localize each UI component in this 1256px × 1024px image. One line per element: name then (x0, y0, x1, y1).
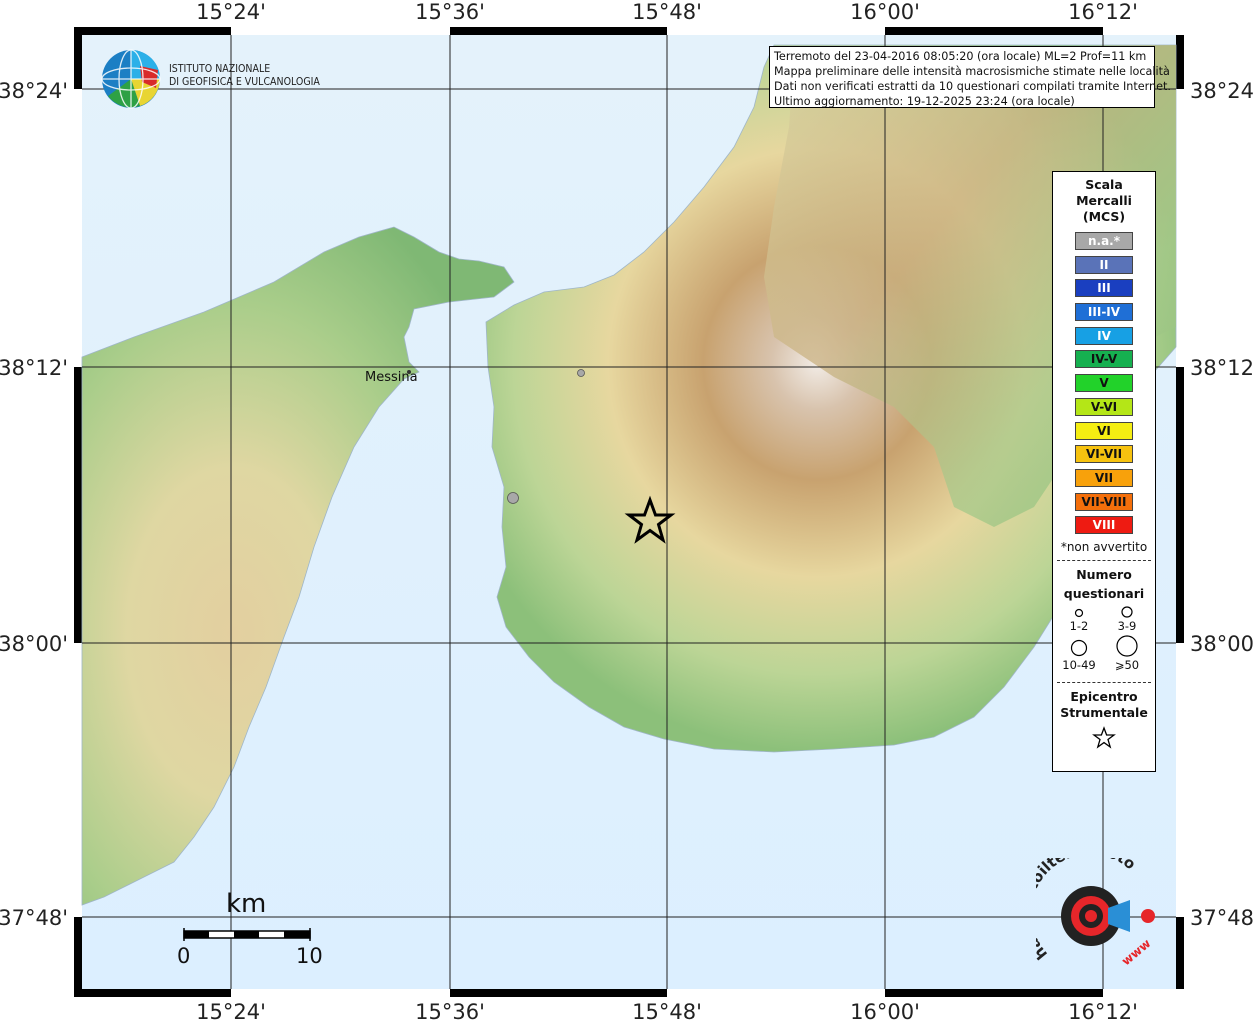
mcs-legend: Scala Mercalli (MCS) n.a.* II III III-IV IV I… (1052, 171, 1156, 772)
count-label: ⩾50 (1114, 657, 1140, 672)
mcs-level-vi-vii: VI-VII (1075, 445, 1133, 464)
right-lat-label: 38°00' (1190, 632, 1256, 656)
count-title: questionari (1063, 585, 1145, 601)
mcs-level-vii-viii: VII-VIII (1075, 492, 1133, 511)
legend-divider (1057, 681, 1151, 683)
intensity-point[interactable] (507, 492, 519, 504)
mcs-level-iv: IV (1075, 326, 1133, 345)
top-lon-label: 15°24' (196, 0, 266, 24)
bottom-lon-label: 15°24' (196, 1000, 266, 1024)
ingv-org-name: ISTITUTO NAZIONALE DI GEOFISICA E VULCAN… (169, 63, 320, 89)
epicenter-legend-star-icon (1092, 726, 1116, 749)
mcs-level-na: n.a.* (1075, 232, 1133, 250)
bottom-lon-label: 16°00' (850, 1000, 920, 1024)
left-lat-label: 38°00' (0, 632, 68, 656)
bottom-lon-label: 15°48' (632, 1000, 702, 1024)
bottom-lon-label: 16°12' (1068, 1000, 1138, 1024)
mcs-level-ii: II (1075, 255, 1133, 274)
top-lon-label: 15°48' (632, 0, 702, 24)
mcs-level-iii: III (1075, 279, 1133, 298)
mcs-level-iii-iv: III-IV (1075, 303, 1133, 322)
mcs-level-vi: VI (1075, 421, 1133, 440)
not-felt-note: *non avvertito (1060, 539, 1148, 554)
legend-title: Mercalli (1076, 193, 1132, 208)
count-label: 3-9 (1117, 618, 1137, 633)
scalebar-end: 10 (296, 944, 323, 968)
epicenter-title: Strumentale (1060, 704, 1148, 720)
place-label-messina: Messina (365, 370, 418, 385)
count-label: 10-49 (1062, 657, 1096, 672)
top-lon-label: 15°36' (415, 0, 485, 24)
ingv-globe-logo (101, 49, 161, 109)
count-label: 1-2 (1069, 618, 1089, 633)
scalebar-start: 0 (177, 944, 191, 968)
left-lat-label: 38°12' (0, 356, 68, 380)
top-lon-label: 16°00' (850, 0, 920, 24)
intensity-point[interactable] (577, 369, 585, 377)
info-line: Dati non verificati estratti da 10 quest… (774, 80, 1171, 93)
left-lat-label: 37°48' (0, 906, 68, 930)
ingv-line2: DI GEOFISICA E VULCANOLOGIA (169, 76, 320, 88)
ingv-line1: ISTITUTO NAZIONALE (169, 63, 271, 75)
info-line: Terremoto del 23-04-2016 08:05:20 (ora l… (774, 50, 1147, 63)
haisentito-logo[interactable]: haisentitoilterremoto.it www (1036, 858, 1164, 974)
haisentito-www: www (1119, 936, 1153, 968)
epicenter-title: Epicentro (1070, 688, 1138, 704)
mcs-level-v-vi: V-VI (1075, 397, 1133, 416)
right-lat-label: 38°24' (1190, 79, 1256, 103)
scalebar-unit: km (226, 889, 267, 919)
mcs-level-viii: VIII (1075, 516, 1133, 535)
left-lat-label: 38°24' (0, 79, 68, 103)
mcs-level-vii: VII (1075, 468, 1133, 487)
map-canvas[interactable] (74, 27, 1184, 997)
right-lat-label: 38°12' (1190, 356, 1256, 380)
top-lon-label: 16°12' (1068, 0, 1138, 24)
info-line: Ultimo aggiornamento: 19-12-2025 23:24 (… (774, 95, 1075, 108)
scalebar (183, 928, 311, 941)
mcs-level-iv-v: IV-V (1075, 350, 1133, 369)
count-symbols: 1-2 3-9 10-49 ⩾50 (1053, 602, 1155, 678)
count-title: Numero (1076, 566, 1132, 582)
bottom-lon-label: 15°36' (415, 1000, 485, 1024)
legend-title: Scala (1085, 177, 1123, 192)
legend-divider (1057, 559, 1151, 561)
info-line: Mappa preliminare delle intensità macros… (774, 65, 1170, 78)
mcs-scale-list: n.a.* II III III-IV IV IV-V V V-VI VI VI-VII VII VI… (1053, 232, 1155, 535)
legend-title: (MCS) (1082, 209, 1126, 224)
mcs-level-v: V (1075, 374, 1133, 393)
right-lat-label: 37°48' (1190, 906, 1256, 930)
event-info-box: Terremoto del 23-04-2016 08:05:20 (ora l… (769, 46, 1171, 108)
